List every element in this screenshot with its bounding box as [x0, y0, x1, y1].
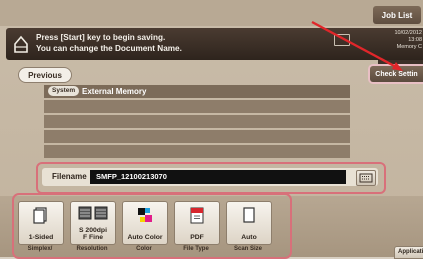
- destination-list: System External Memory: [44, 85, 350, 160]
- scan-size-button[interactable]: Auto: [226, 201, 272, 245]
- message-line-1: Press [Start] key to begin saving.: [36, 33, 166, 42]
- top-bar: [0, 0, 423, 26]
- file-type-button[interactable]: PDF: [174, 201, 220, 245]
- resolution-icon: [78, 206, 108, 220]
- scan-size-value: Auto: [241, 234, 257, 241]
- scan-size-caption: Scan Size: [233, 246, 262, 252]
- destination-name: External Memory: [82, 87, 147, 96]
- memory-text: Memory C: [366, 44, 422, 51]
- list-item: [44, 130, 350, 143]
- color-button[interactable]: Auto Color: [122, 201, 168, 245]
- keyboard-icon: [359, 173, 373, 183]
- destination-row[interactable]: System External Memory: [44, 85, 350, 98]
- scan-size-icon: [243, 207, 255, 223]
- check-settings-button[interactable]: Check Settin: [370, 66, 423, 82]
- scanner-icon: [14, 35, 28, 53]
- scan-panel: Job List Press [Start] key to begin savi…: [0, 0, 423, 259]
- simplex-button[interactable]: 1-Sided: [18, 201, 64, 245]
- color-icon: [138, 208, 152, 222]
- job-list-button[interactable]: Job List: [373, 6, 421, 24]
- filename-bar: Filename SMFP_12100213070: [42, 168, 378, 186]
- list-item: [44, 100, 350, 113]
- time-text: 13:08: [408, 37, 422, 43]
- color-value: Auto Color: [127, 234, 163, 241]
- message-line-2: You can change the Document Name.: [36, 44, 182, 53]
- simplex-value: 1-Sided: [28, 234, 54, 241]
- pdf-file-icon: [190, 207, 204, 224]
- resolution-value: S 200dpi F Fine: [79, 227, 107, 241]
- memory-value: C: [418, 44, 422, 50]
- file-type-value: PDF: [190, 234, 204, 241]
- list-item: [44, 145, 350, 158]
- filename-field[interactable]: SMFP_12100213070: [90, 170, 346, 184]
- date-text: 10/02/2012: [394, 30, 422, 36]
- resolution-caption: Resolution: [76, 246, 108, 252]
- scan-settings-highlight: 1-Sided Simplex/ S 200dpi F Fine Resolut…: [12, 193, 292, 259]
- simplex-icon: [33, 207, 47, 224]
- message-bar: Press [Start] key to begin saving. You c…: [6, 28, 423, 60]
- date-time-display: 10/02/2012 13:08 Memory C: [366, 30, 422, 51]
- filename-highlight: Filename SMFP_12100213070: [36, 162, 386, 194]
- filename-label: Filename: [52, 172, 87, 181]
- resolution-button[interactable]: S 200dpi F Fine: [70, 201, 116, 245]
- previous-button[interactable]: Previous: [18, 67, 72, 83]
- keyboard-button[interactable]: [356, 170, 376, 186]
- list-item: [44, 115, 350, 128]
- application-button[interactable]: Applicatio: [394, 246, 423, 259]
- file-type-caption: File Type: [183, 246, 209, 252]
- memory-status-icon: [334, 34, 350, 46]
- memory-label: Memory: [396, 44, 417, 50]
- system-tag: System: [48, 86, 80, 96]
- color-caption: Color: [136, 246, 152, 252]
- simplex-caption: Simplex/: [27, 246, 53, 252]
